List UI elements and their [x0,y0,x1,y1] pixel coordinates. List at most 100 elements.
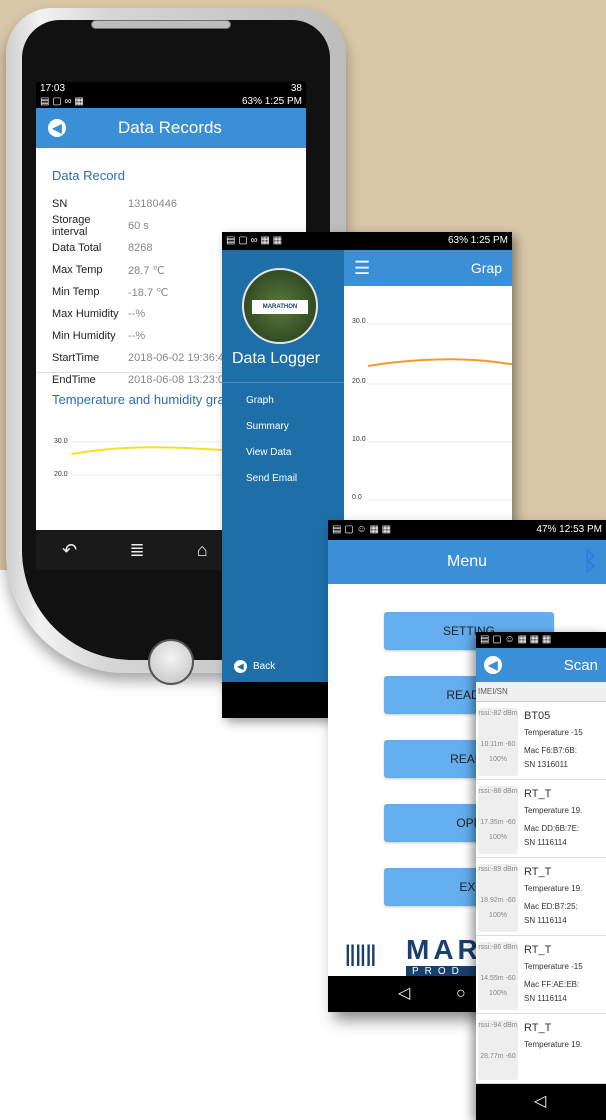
column-header: IMEI/SN [476,682,606,702]
drawer-title: Data Logger [232,350,321,367]
record-key: Min Humidity [52,330,116,342]
temperature-label: Temperature 19. [524,1040,583,1049]
scan-list-item[interactable]: rssi:-89 dBm 18.92m -60 100% RT_T Temperatur… [476,860,606,936]
status-time: 17:03 [40,83,66,94]
scan-list-item[interactable]: rssi:-86 dBm 14.55m -60 100% RT_T Temperatur… [476,938,606,1014]
mac-label: Mac FF:AE:EB: [524,980,580,989]
home-nav-icon[interactable]: ⌂ [197,540,208,561]
bluetooth-icon: ᛒ [582,546,598,576]
scan-name: RT_T [524,788,552,800]
back-nav-icon[interactable]: ↶ [62,540,77,561]
status-battery-time: 63% 1:25 PM [241,96,302,107]
scan-name: BT05 [524,710,551,722]
home-button[interactable] [148,639,194,685]
scan-screen: ▤ ▢ ☺ ▦ ▦ ▦ ◀ Scan IMEI/SN rssi:-82 dBm 1… [476,632,606,1120]
drawer-item-summary[interactable]: Summary [246,421,289,432]
scan-list-item[interactable]: rssi:-88 dBm 17.35m -60 100% RT_T Temperatur… [476,782,606,858]
graph-title: Temperature and humidity gra [52,392,225,407]
distance-label: 28.77m -60 [480,1053,516,1060]
sn-label: SN 1116114 [524,916,567,925]
page-title: Scan [563,656,598,674]
drawer-item-view-data[interactable]: View Data [246,447,291,458]
divider [222,382,344,383]
status-bar: 17:03 38 ▤ ▢ ∞ ▦ 63% 1:25 PM [36,82,306,108]
app-bar: ◀ Data Records [36,108,306,148]
nav-back-icon[interactable]: ◁ [398,976,410,1012]
signal-panel: rssi:-88 dBm 17.35m -60 100% [478,786,518,854]
status-bar: ▤ ▢ ∞ ▦ ▦ 63% 1:25 PM [222,232,512,250]
record-value: 2018-06-02 19:36:43 [128,352,231,364]
record-key: Storage interval [52,214,91,238]
menu-nav-icon[interactable]: ≣ [129,540,144,561]
page-title: Data Records [118,118,222,137]
page-title: Grap [470,260,502,276]
mac-label: Mac ED:B7:25: [524,902,578,911]
sn-label: SN 1116114 [524,838,567,847]
back-label: Back [253,661,276,672]
notification-icons: ▤ ▢ ☺ ▦ ▦ ▦ [480,634,552,645]
nav-back-icon[interactable]: ◁ [476,1084,606,1120]
record-key: EndTime [52,374,96,386]
logo-text: MAR [406,934,482,965]
mac-label: Mac F6:B7:6B: [524,746,577,755]
status-bar: ▤ ▢ ☺ ▦ ▦ 47% 12:53 PM [328,520,606,540]
record-row: SN 13180446 [52,193,290,215]
hamburger-menu-icon[interactable]: ☰ [354,258,370,279]
notification-icons: ▤ ▢ ∞ ▦ [40,96,84,107]
scan-name: RT_T [524,866,552,878]
distance-label: 18.92m -60 [480,897,516,904]
record-key: StartTime [52,352,100,364]
record-value: 13180446 [128,198,177,210]
earpiece-speaker [91,20,231,29]
signal-panel: rssi:-86 dBm 14.55m -60 100% [478,942,518,1010]
scan-name: RT_T [524,1022,552,1034]
status-battery-time: 47% 12:53 PM [536,524,602,535]
record-key: Data Total [52,242,102,254]
scan-list-item[interactable]: rssi:-94 dBm 28.77m -60 RT_T Temperature 19… [476,1016,606,1084]
record-value: 60 s [128,220,149,232]
battery-label: 100% [489,756,507,763]
back-button[interactable]: ◀ Back [234,660,275,673]
record-key: Max Temp [52,264,103,276]
back-arrow-icon[interactable]: ◀ [484,656,502,674]
rssi-label: rssi:-82 dBm [478,710,518,717]
rssi-label: rssi:-94 dBm [478,1022,518,1029]
app-bar: ◀ Scan [476,648,606,682]
record-value: 2018-06-08 13:23:03 [128,374,231,386]
record-value: 28.7 ℃ [128,264,165,277]
app-bar: ☰ Grap [344,250,512,286]
rssi-label: rssi:-88 dBm [478,788,518,795]
notification-icons: ▤ ▢ ☺ ▦ ▦ [332,524,392,535]
logo-stripes-icon: ǁǁǁ [344,940,377,973]
record-value: 8268 [128,242,153,254]
record-value: --% [128,308,146,320]
signal-panel: rssi:-94 dBm 28.77m -60 [478,1020,518,1080]
drawer-item-send-email[interactable]: Send Email [246,473,297,484]
battery-label: 100% [489,990,507,997]
status-battery: 38 [290,83,302,94]
record-key: Min Temp [52,286,100,298]
distance-label: 14.55m -60 [480,975,516,982]
signal-panel: rssi:-89 dBm 18.92m -60 100% [478,864,518,932]
back-arrow-icon[interactable]: ◀ [48,119,66,137]
temperature-label: Temperature -15 [524,728,583,737]
record-key: Max Humidity [52,308,119,320]
scan-name: RT_T [524,944,552,956]
temperature-label: Temperature 19. [524,806,583,815]
nav-home-icon[interactable]: ○ [456,976,466,1012]
temperature-line [367,358,512,367]
marathon-logo: MARATHON [252,300,308,314]
temperature-label: Temperature -15 [524,962,583,971]
distance-label: 17.35m -60 [480,819,516,826]
app-bar: Menu ᛒ [328,540,606,584]
temperature-label: Temperature 19. [524,884,583,893]
drawer-item-graph[interactable]: Graph [246,395,274,406]
record-value: -18.7 ℃ [128,286,169,299]
battery-label: 100% [489,834,507,841]
signal-panel: rssi:-82 dBm 10.11m -60 100% [478,708,518,776]
distance-label: 10.11m -60 [480,741,516,748]
avatar: MARATHON [242,268,318,344]
scan-list-item[interactable]: rssi:-82 dBm 10.11m -60 100% BT05 Temperatur… [476,704,606,780]
status-bar: ▤ ▢ ☺ ▦ ▦ ▦ [476,632,606,648]
status-battery-time: 63% 1:25 PM [447,235,508,246]
